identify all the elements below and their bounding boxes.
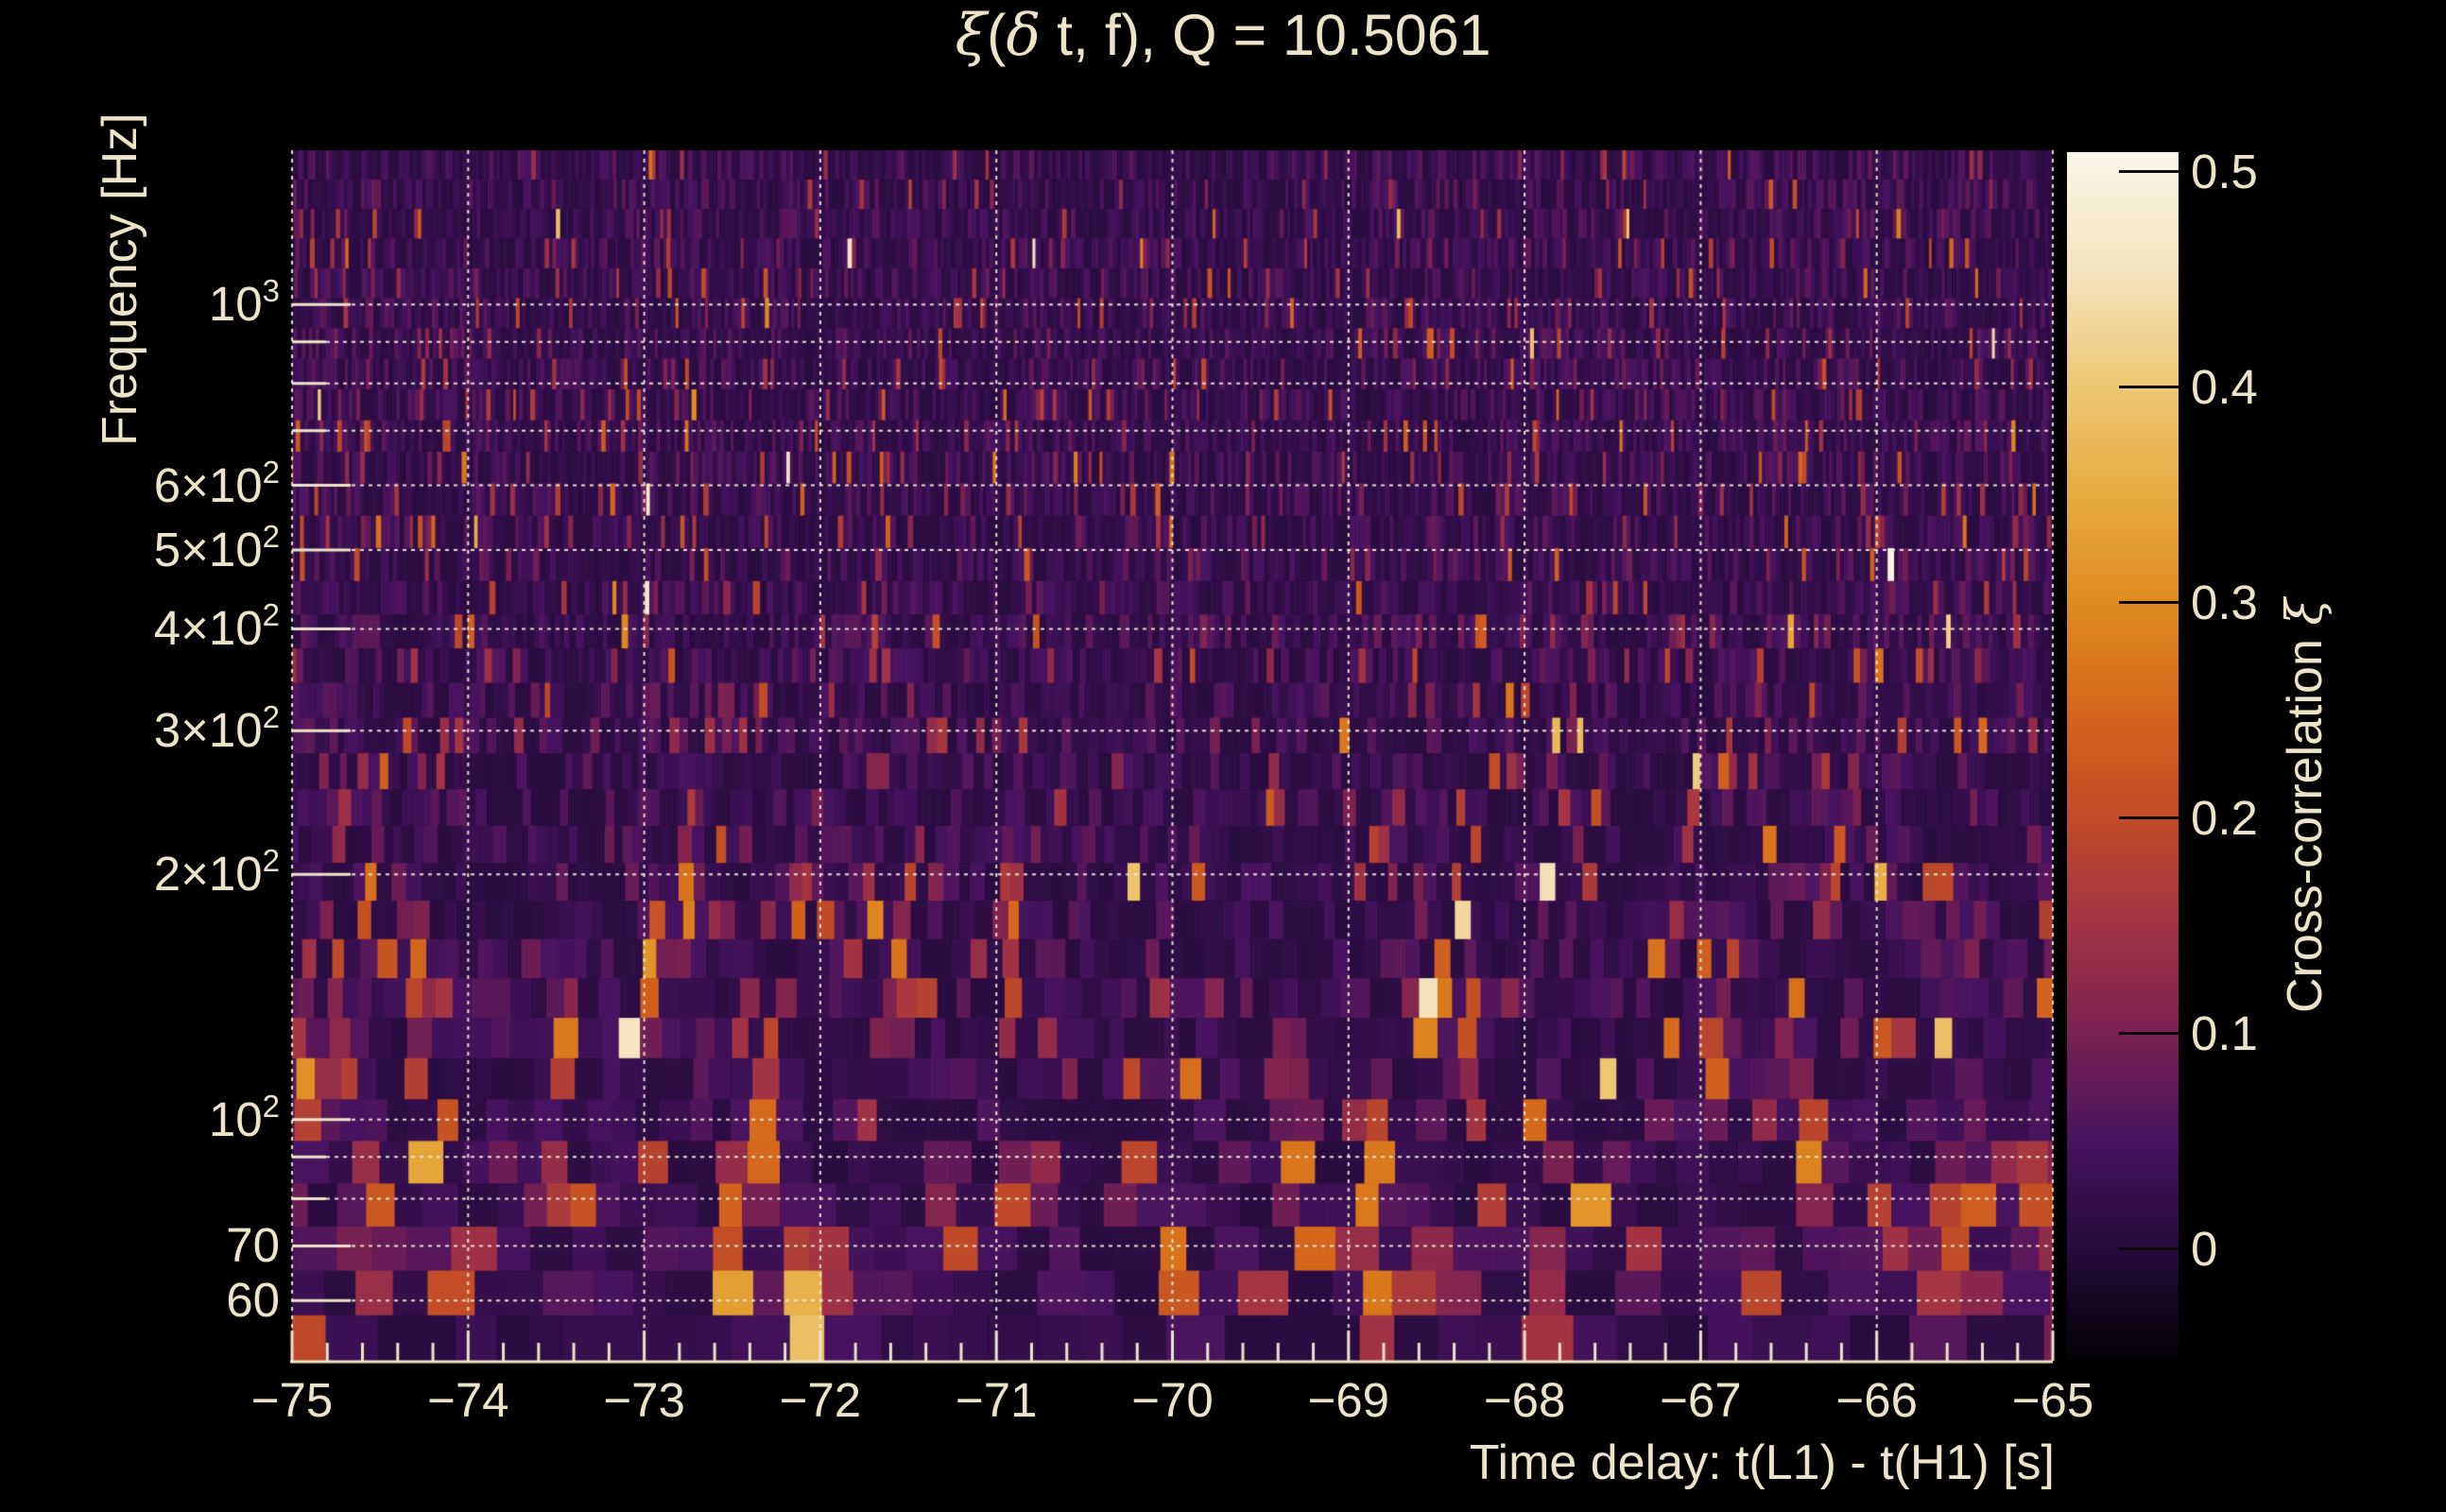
- colorbar-tick: [2119, 816, 2179, 820]
- y-tick-label: 60: [226, 1272, 280, 1329]
- y-tick-base: 2×10: [153, 847, 263, 902]
- title-text: (: [987, 3, 1007, 67]
- qscan-cross-correlation-figure: ξ(δ t, f), Q = 10.5061 Frequency [Hz] Ti…: [0, 0, 2446, 1512]
- greek-symbol: δ: [1006, 2, 1042, 69]
- colorbar-title: Cross-correlation ξ: [2277, 598, 2334, 1013]
- colorbar-tick-label: 0.2: [2191, 790, 2258, 845]
- x-tick-label: −69: [1307, 1373, 1390, 1427]
- colorbar-tick-label: 0.3: [2191, 575, 2258, 629]
- greek-symbol: ξ: [2277, 598, 2334, 626]
- y-tick-label: 4×102: [153, 597, 280, 657]
- y-tick-exponent: 3: [262, 273, 280, 309]
- colorbar-tick-label: 0.5: [2191, 144, 2258, 198]
- y-tick-label: 2×102: [153, 843, 280, 902]
- x-tick-label: −70: [1131, 1373, 1214, 1427]
- y-tick-label: 102: [208, 1088, 280, 1148]
- y-tick-exponent: 2: [262, 843, 280, 879]
- x-tick-label: −65: [2011, 1373, 2094, 1427]
- y-axis-title: Frequency [Hz]: [93, 112, 147, 446]
- title-text: Cross-correlation: [2278, 625, 2333, 1013]
- y-tick-base: 70: [226, 1218, 280, 1273]
- y-tick-exponent: 2: [262, 454, 280, 490]
- y-tick-base: 10: [208, 277, 263, 332]
- colorbar-tick: [2119, 386, 2179, 389]
- colorbar-tick: [2119, 170, 2179, 174]
- x-tick-label: −74: [427, 1373, 509, 1427]
- y-tick-base: 6×10: [153, 457, 263, 512]
- y-tick-base: 60: [226, 1273, 280, 1328]
- x-tick-label: −68: [1483, 1373, 1566, 1427]
- colorbar: [2067, 152, 2179, 1359]
- x-tick-label: −71: [955, 1373, 1038, 1427]
- y-tick-label: 3×102: [153, 699, 280, 759]
- page-title: ξ(δ t, f), Q = 10.5061: [955, 2, 1490, 69]
- y-tick-base: 5×10: [153, 522, 263, 576]
- y-tick-exponent: 2: [262, 597, 280, 633]
- y-tick-label: 103: [208, 273, 280, 333]
- y-tick-exponent: 2: [262, 518, 280, 554]
- y-tick-exponent: 2: [262, 699, 280, 735]
- colorbar-tick: [2119, 1032, 2179, 1036]
- x-tick-label: −73: [603, 1373, 685, 1427]
- y-tick-exponent: 2: [262, 1088, 280, 1124]
- y-tick-base: 3×10: [153, 703, 263, 758]
- x-tick-label: −67: [1660, 1373, 1742, 1427]
- y-tick-label: 5×102: [153, 518, 280, 578]
- colorbar-tick-label: 0.4: [2191, 359, 2258, 414]
- y-tick-label: 6×102: [153, 454, 280, 514]
- y-tick-base: 10: [208, 1091, 263, 1146]
- y-tick-label: 70: [226, 1217, 280, 1274]
- x-tick-label: −72: [779, 1373, 862, 1427]
- title-text: t, f), Q = 10.5061: [1041, 3, 1491, 67]
- colorbar-tick: [2119, 1247, 2179, 1251]
- y-tick-base: 4×10: [153, 601, 263, 656]
- x-axis-title: Time delay: t(L1) - t(H1) [s]: [1469, 1435, 2055, 1490]
- x-tick-label: −75: [250, 1373, 334, 1427]
- greek-symbol: ξ: [955, 2, 988, 69]
- x-tick-label: −66: [1835, 1373, 1918, 1427]
- colorbar-tick-label: 0.1: [2191, 1005, 2258, 1060]
- colorbar-tick: [2119, 601, 2179, 605]
- colorbar-tick-label: 0: [2191, 1221, 2218, 1276]
